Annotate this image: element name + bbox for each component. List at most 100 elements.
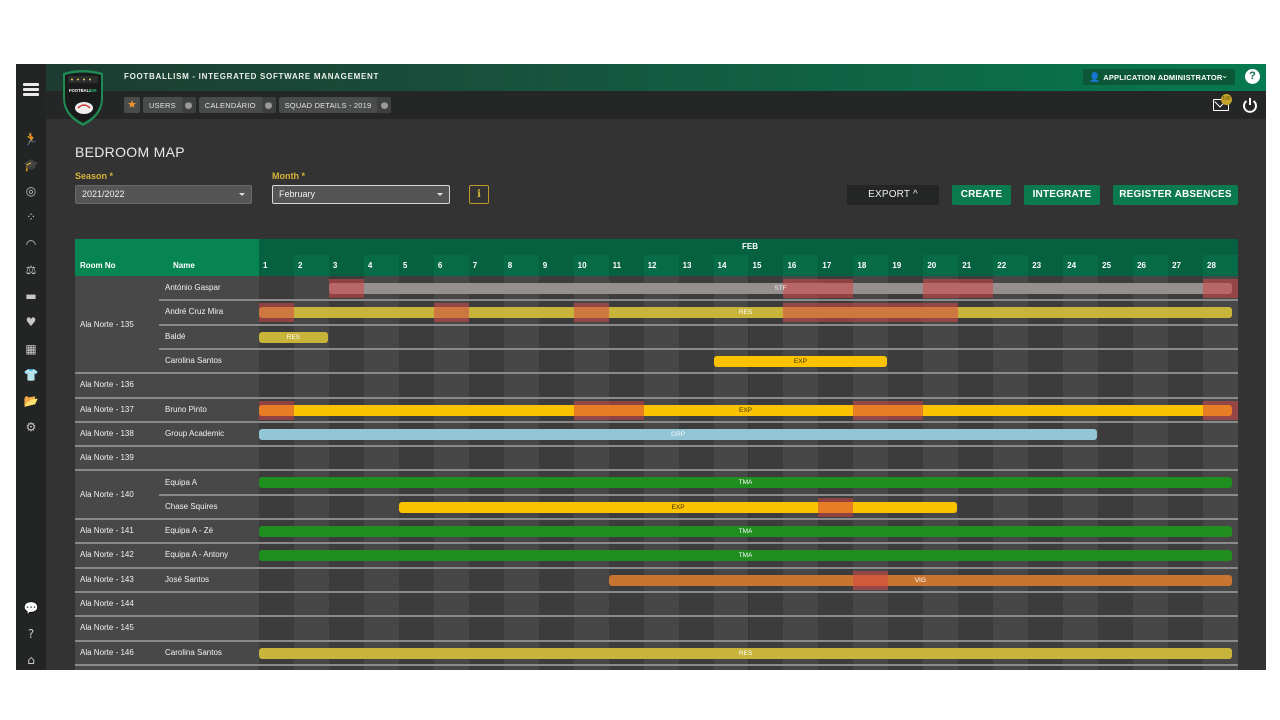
day-header: 20 — [923, 255, 959, 276]
booking-bar[interactable] — [259, 331, 328, 343]
day-header: 14 — [713, 255, 749, 276]
booking-bar[interactable] — [398, 501, 958, 513]
room-number: Ala Norte - 144 — [80, 599, 134, 609]
conflict-overlay[interactable] — [259, 303, 294, 323]
row-divider — [75, 445, 1238, 448]
season-value: 2021/2022 — [82, 189, 125, 199]
graduation-cap-icon[interactable]: 🎓 — [22, 157, 40, 173]
occupant-name[interactable]: Carolina Santos — [165, 648, 222, 657]
booking-bar[interactable] — [259, 647, 1232, 659]
booking-bar[interactable] — [259, 428, 1098, 440]
close-tab-icon[interactable] — [181, 97, 196, 113]
room-number: Ala Norte - 140 — [80, 489, 134, 499]
booking-bar[interactable] — [259, 477, 1232, 489]
chat-question-icon[interactable]: 💬 — [22, 600, 40, 616]
occupant-name[interactable]: José Santos — [165, 575, 209, 584]
day-column — [328, 276, 364, 670]
folder-open-icon[interactable]: 📂 — [22, 393, 40, 409]
occupant-name[interactable]: Group Academic — [165, 429, 224, 438]
conflict-overlay[interactable] — [1203, 279, 1238, 298]
day-header: 16 — [783, 255, 819, 276]
conflict-overlay[interactable] — [573, 303, 609, 323]
favorites-star-icon[interactable]: ★ — [124, 97, 140, 113]
speedometer-icon[interactable]: ◠ — [22, 236, 40, 252]
booking-bar[interactable] — [259, 550, 1232, 562]
info-button[interactable]: i — [469, 185, 489, 204]
room-number: Ala Norte - 145 — [80, 623, 134, 633]
menu-hamburger-icon[interactable] — [23, 83, 39, 97]
month-select[interactable]: February — [272, 185, 450, 204]
conflict-overlay[interactable] — [783, 279, 854, 298]
occupant-name[interactable]: Baldé — [165, 332, 185, 341]
occupant-name[interactable]: Equipa A - Zé — [165, 526, 213, 535]
shirt-icon[interactable]: 👕 — [22, 367, 40, 383]
conflict-overlay[interactable] — [328, 279, 364, 298]
row-divider — [75, 469, 1238, 472]
day-column — [573, 276, 609, 670]
power-icon[interactable] — [1242, 97, 1258, 113]
conflict-overlay[interactable] — [573, 400, 644, 420]
day-column — [398, 276, 434, 670]
booking-bar[interactable] — [608, 574, 1232, 586]
booking-bar[interactable] — [259, 526, 1232, 537]
tab-users[interactable]: USERS — [143, 97, 196, 113]
season-label: Season * — [75, 171, 114, 181]
gears-icon[interactable]: ⚙ — [22, 419, 40, 435]
tab-label: SQUAD DETAILS - 2019 — [284, 100, 372, 110]
conflict-overlay[interactable] — [853, 400, 924, 420]
conflict-overlay[interactable] — [818, 497, 854, 517]
create-button[interactable]: CREATE — [952, 185, 1011, 205]
day-header: 8 — [503, 255, 539, 276]
heartbeat-icon[interactable]: ♥ — [22, 314, 40, 330]
day-header: 4 — [363, 255, 399, 276]
conflict-overlay[interactable] — [259, 400, 294, 420]
occupant-name[interactable]: António Gaspar — [165, 283, 221, 292]
close-tab-icon[interactable] — [377, 97, 392, 113]
conflict-overlay[interactable] — [853, 570, 889, 590]
room-number: Ala Norte - 146 — [80, 647, 134, 657]
day-column — [1028, 276, 1064, 670]
occupant-name[interactable]: Bruno Pinto — [165, 405, 207, 414]
occupant-name[interactable]: Equipa A - Antony — [165, 550, 228, 559]
footballism-logo[interactable]: FOOTBALL ISM — [58, 68, 108, 128]
integrate-button[interactable]: INTEGRATE — [1024, 185, 1100, 205]
season-select[interactable]: 2021/2022 — [75, 185, 252, 204]
occupant-name[interactable]: Carolina Santos — [165, 356, 222, 365]
day-column — [748, 276, 784, 670]
tab-squad-details[interactable]: SQUAD DETAILS - 2019 — [278, 97, 392, 113]
app-title: FOOTBALLISM - INTEGRATED SOFTWARE MANAGE… — [124, 72, 380, 81]
day-column — [853, 276, 889, 670]
row-divider — [159, 323, 1238, 326]
day-header: 7 — [472, 261, 478, 270]
occupant-name[interactable]: Equipa A — [165, 478, 197, 487]
conflict-overlay[interactable] — [783, 303, 959, 323]
user-icon: 👤 — [1089, 71, 1101, 82]
help-icon[interactable]: ? — [22, 626, 40, 642]
conflict-overlay[interactable] — [433, 303, 469, 323]
home-icon[interactable]: ⌂ — [22, 652, 40, 668]
export-button[interactable]: EXPORT ^ — [847, 185, 939, 205]
briefcase-icon[interactable]: ▬ — [22, 288, 40, 304]
help-icon[interactable]: ? — [1245, 69, 1260, 84]
conflict-overlay[interactable] — [923, 279, 994, 298]
tab-calendario[interactable]: CALENDÁRIO — [198, 97, 276, 113]
field-icon[interactable]: ▦ — [22, 341, 40, 357]
booking-bar[interactable] — [713, 355, 888, 367]
target-icon[interactable]: ◎ — [22, 183, 40, 199]
booking-bar[interactable] — [259, 404, 1232, 416]
user-menu-button[interactable]: 👤 APPLICATION ADMINISTRATOR ⌄ — [1083, 69, 1235, 85]
booking-bar[interactable] — [259, 307, 1232, 319]
booking-bar[interactable] — [328, 283, 1232, 294]
mail-count-badge: 190 — [1221, 94, 1232, 105]
running-person-icon[interactable]: 🏃 — [22, 131, 40, 147]
conflict-overlay[interactable] — [1203, 400, 1238, 420]
register-absences-button[interactable]: REGISTER ABSENCES — [1113, 185, 1238, 205]
day-header: 28 — [1203, 255, 1238, 276]
scales-icon[interactable]: ⚖ — [22, 262, 40, 278]
page-title: BEDROOM MAP — [75, 144, 185, 160]
tactics-dots-icon[interactable]: ⁘ — [22, 209, 40, 225]
occupant-name[interactable]: Chase Squires — [165, 502, 217, 511]
caret-down-icon — [239, 193, 245, 196]
occupant-name[interactable]: André Cruz Mira — [165, 307, 223, 316]
close-tab-icon[interactable] — [261, 97, 276, 113]
